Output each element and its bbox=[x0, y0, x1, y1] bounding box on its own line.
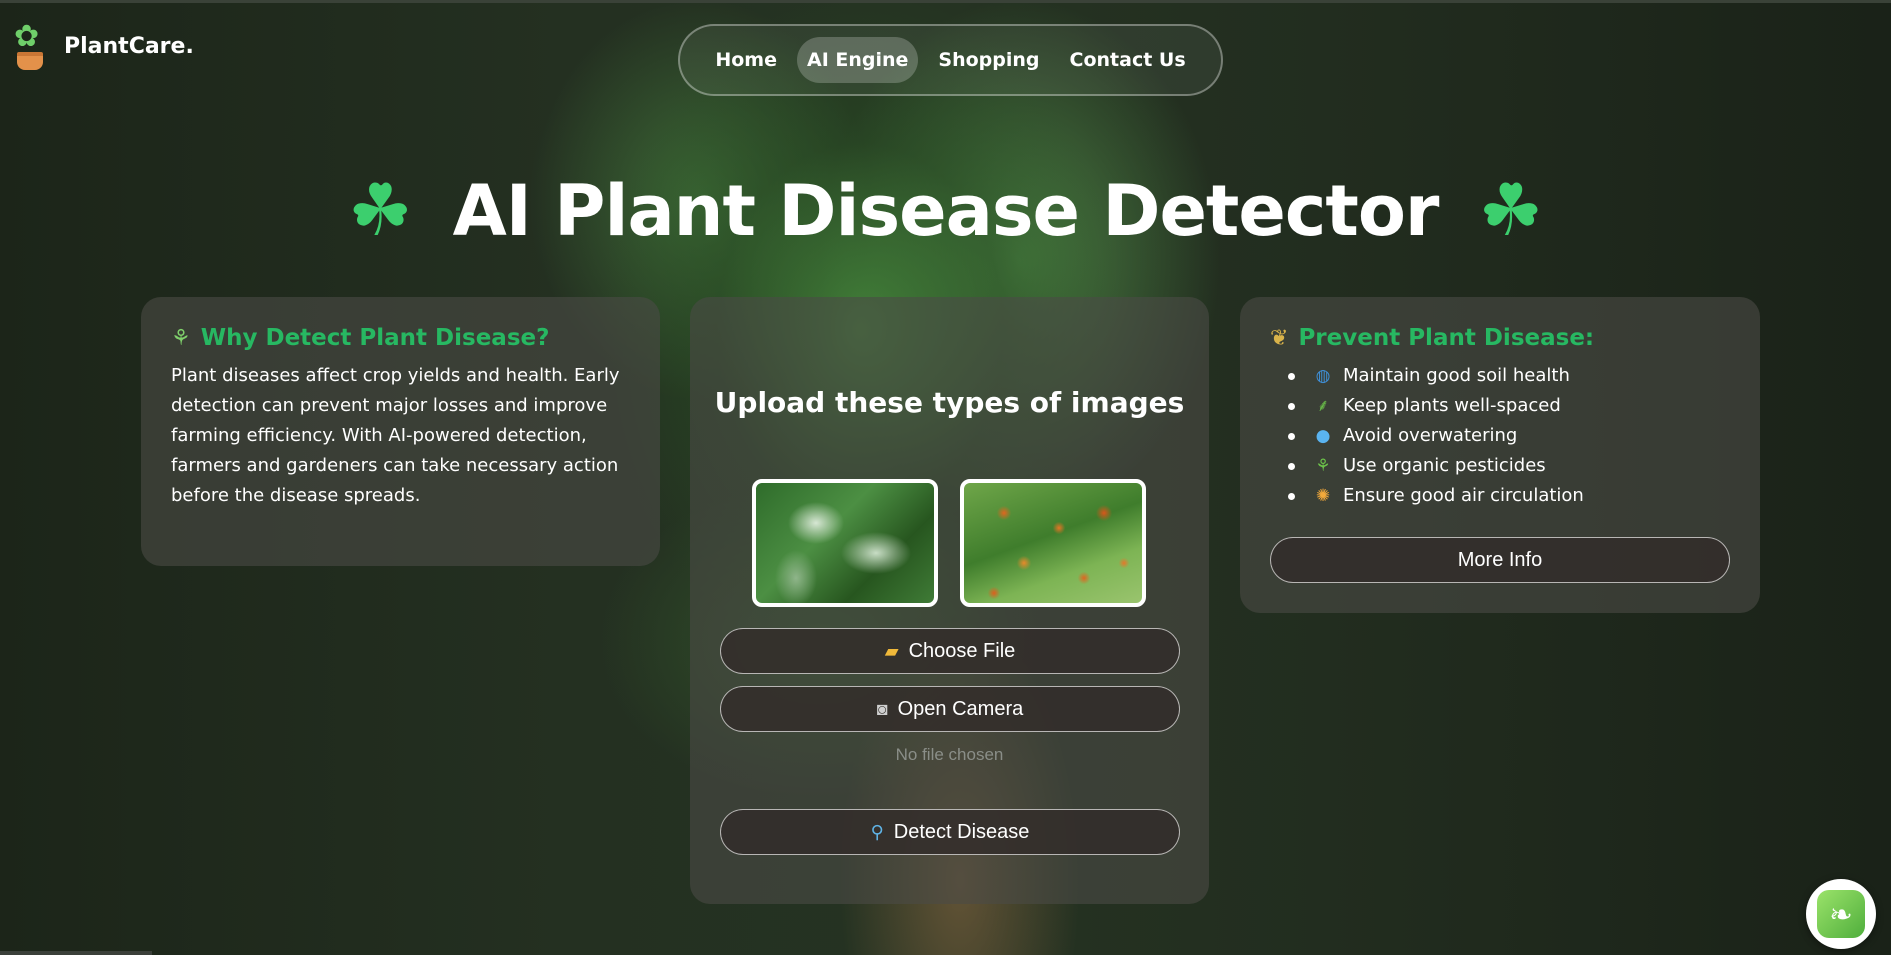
page-title: AI Plant Disease Detector bbox=[452, 170, 1440, 252]
droplet-icon: ● bbox=[1315, 426, 1331, 446]
potted-plant-icon: ✿ bbox=[10, 22, 50, 70]
prevention-list: ◍ Maintain good soil health ⸙ Keep plant… bbox=[1270, 361, 1730, 511]
wheat-icon: ❦ bbox=[1270, 325, 1289, 351]
detect-disease-label: Detect Disease bbox=[893, 820, 1030, 843]
nav-contact-us[interactable]: Contact Us bbox=[1060, 37, 1196, 83]
open-camera-label: Open Camera bbox=[897, 697, 1024, 720]
list-item: ⸙ Keep plants well-spaced bbox=[1288, 391, 1730, 421]
more-info-button[interactable]: More Info bbox=[1270, 537, 1730, 583]
choose-file-button[interactable]: ▰ Choose File bbox=[720, 628, 1180, 674]
nav-home[interactable]: Home bbox=[705, 37, 787, 83]
globe-icon: ◍ bbox=[1315, 366, 1331, 386]
upload-title: Upload these types of images bbox=[714, 386, 1185, 419]
list-item: ⚘ Use organic pesticides bbox=[1288, 451, 1730, 481]
brand-logo[interactable]: ✿ PlantCare. bbox=[10, 22, 194, 70]
choose-file-label: Choose File bbox=[908, 639, 1016, 662]
folder-icon: ▰ bbox=[884, 640, 899, 661]
sample-images bbox=[752, 479, 1146, 607]
upload-card: Upload these types of images ▰ Choose Fi… bbox=[690, 297, 1209, 904]
seedling-icon: ⚘ bbox=[171, 325, 191, 351]
why-detect-text: Plant diseases affect crop yields and he… bbox=[171, 365, 620, 506]
top-border bbox=[0, 0, 1891, 3]
magnifier-icon: ⚲ bbox=[870, 821, 884, 842]
file-status: No file chosen bbox=[895, 745, 1004, 764]
more-info-label: More Info bbox=[1457, 548, 1543, 571]
hero: ☘ AI Plant Disease Detector ☘ bbox=[0, 170, 1891, 252]
list-item: ◍ Maintain good soil health bbox=[1288, 361, 1730, 391]
nav-shopping[interactable]: Shopping bbox=[928, 37, 1049, 83]
leaf-chat-button[interactable]: ❧ bbox=[1806, 879, 1876, 949]
herb-icon: ⸙ bbox=[1316, 396, 1330, 416]
bottom-scrollbar bbox=[0, 951, 152, 955]
prevent-disease-card: ❦ Prevent Plant Disease: ◍ Maintain good… bbox=[1240, 297, 1760, 613]
list-item: ✺ Ensure good air circulation bbox=[1288, 481, 1730, 511]
sun-icon: ✺ bbox=[1315, 486, 1331, 506]
camera-icon: ◙ bbox=[876, 698, 888, 719]
prevent-heading-text: Prevent Plant Disease: bbox=[1298, 325, 1595, 351]
prevent-heading: ❦ Prevent Plant Disease: bbox=[1270, 325, 1730, 351]
four-leaf-clover-icon: ☘ bbox=[348, 171, 413, 251]
leaf-icon: ❧ bbox=[1817, 890, 1865, 938]
detect-disease-button[interactable]: ⚲ Detect Disease bbox=[720, 809, 1180, 855]
seedling-icon: ⚘ bbox=[1315, 456, 1331, 476]
main-nav: Home AI Engine Shopping Contact Us bbox=[678, 24, 1223, 96]
why-detect-heading: ⚘ Why Detect Plant Disease? bbox=[171, 325, 630, 351]
list-item: ● Avoid overwatering bbox=[1288, 421, 1730, 451]
nav-ai-engine[interactable]: AI Engine bbox=[796, 37, 919, 83]
why-detect-heading-text: Why Detect Plant Disease? bbox=[200, 325, 550, 351]
brand-name: PlantCare. bbox=[64, 33, 194, 59]
rust-spots-leaf-image bbox=[960, 479, 1146, 607]
why-detect-card: ⚘ Why Detect Plant Disease? Plant diseas… bbox=[141, 297, 660, 566]
open-camera-button[interactable]: ◙ Open Camera bbox=[720, 686, 1180, 732]
four-leaf-clover-icon: ☘ bbox=[1478, 171, 1543, 251]
powdery-mildew-leaf-image bbox=[752, 479, 938, 607]
